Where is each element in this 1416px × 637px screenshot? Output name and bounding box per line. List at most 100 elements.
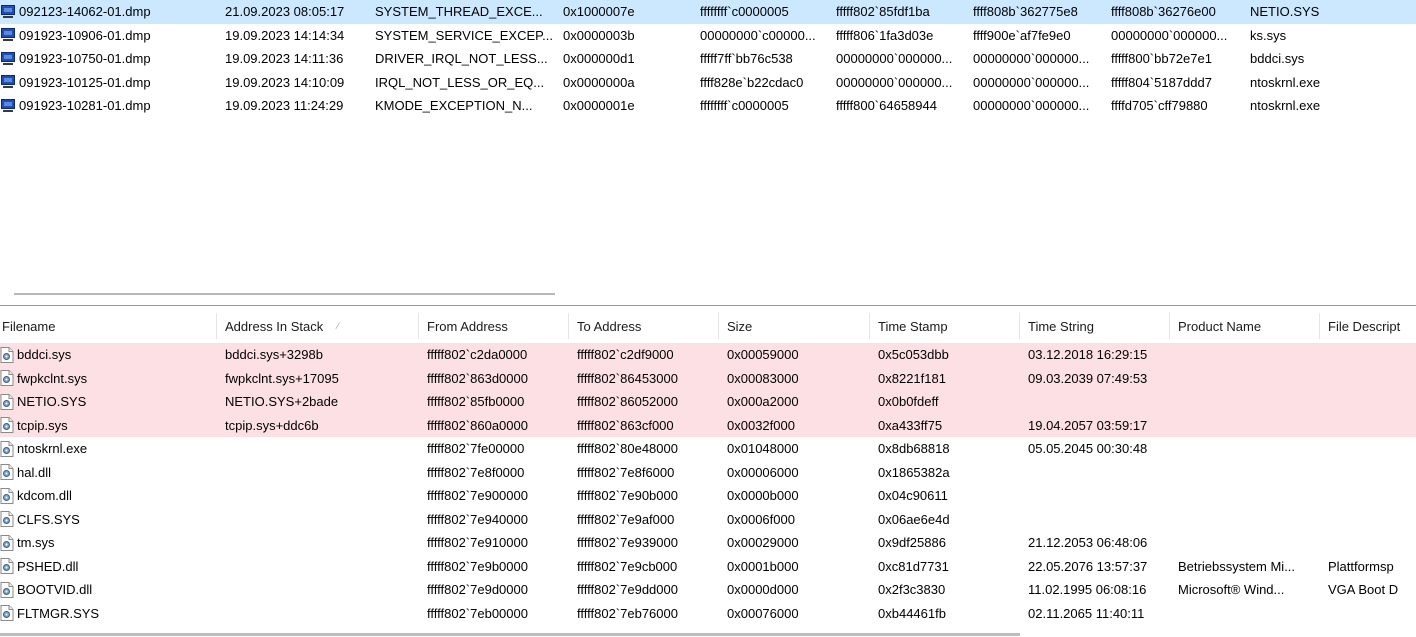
column-header-from-address[interactable]: From Address (419, 313, 569, 339)
driver-row[interactable]: tcpip.sys tcpip.sys+ddc6b fffff802`860a000… (0, 413, 1416, 438)
driver-time-string-text: 09.03.2039 07:49:53 (1028, 370, 1148, 386)
dump-row[interactable]: 092123-14062-01.dmp 21.09.2023 08:05:17 SY… (0, 0, 1416, 24)
dump-parameter-3-text: 00000000`000000... (973, 98, 1090, 114)
driver-filename-text: hal.dll (17, 464, 51, 480)
driver-filename-text: FLTMGR.SYS (17, 605, 100, 621)
computer-icon (0, 4, 16, 19)
driver-product-name (1178, 390, 1318, 414)
driver-row[interactable]: BOOTVID.dll fffff802`7e9d0000 fffff802`7e9… (0, 578, 1416, 602)
driver-size-text: 0x00059000 (727, 347, 799, 363)
column-header-product-name[interactable]: Product Name (1170, 313, 1320, 339)
dump-parameter-2-text: 00000000`000000... (836, 51, 953, 67)
driver-file-description (1328, 461, 1416, 485)
driver-time-stamp: 0x0b0fdeff (878, 390, 1018, 414)
sort-arrow-icon: ⁄ (337, 321, 339, 331)
dump-filename-text: 091923-10750-01.dmp (19, 51, 151, 67)
driver-row[interactable]: CLFS.SYS fffff802`7e940000 fffff802`7e9af0… (0, 508, 1416, 532)
dump-row[interactable]: 091923-10750-01.dmp 19.09.2023 14:11:36 DR… (0, 47, 1416, 71)
driver-product-name (1178, 531, 1318, 555)
driver-time-string-text: 19.04.2057 03:59:17 (1028, 417, 1148, 433)
driver-time-string-text: 02.11.2065 11:40:11 (1028, 605, 1145, 621)
driver-product-name-text: Microsoft® Wind... (1178, 582, 1285, 598)
column-header-address-in-stack[interactable]: Address In Stack ⁄ (217, 313, 419, 339)
dump-parameter-4: fffff804`5187ddd7 (1111, 71, 1248, 95)
driver-time-stamp: 0x8db68818 (878, 437, 1018, 461)
dump-row[interactable]: 091923-10906-01.dmp 19.09.2023 14:14:34 SY… (0, 24, 1416, 48)
pane-divider (0, 305, 1416, 306)
driver-row[interactable]: kdcom.dll fffff802`7e900000 fffff802`7e90b… (0, 484, 1416, 508)
dump-parameter-4-text: fffff800`bb72e7e1 (1111, 51, 1212, 67)
horizontal-scrollbar[interactable] (0, 633, 1020, 636)
driver-product-name (1178, 484, 1318, 508)
dump-filename-text: 091923-10906-01.dmp (19, 27, 151, 43)
dump-caused-by-driver-text: ntoskrnl.exe (1250, 74, 1321, 90)
driver-filename: FLTMGR.SYS (0, 602, 215, 626)
driver-to-address-text: fffff802`7e9dd000 (577, 582, 678, 598)
driver-row[interactable]: FLTMGR.SYS fffff802`7eb00000 fffff802`7eb7… (0, 602, 1416, 626)
driver-time-stamp-text: 0xc81d7731 (878, 558, 949, 574)
driver-to-address: fffff802`7e9af000 (577, 508, 717, 532)
dump-row[interactable]: 091923-10281-01.dmp 19.09.2023 11:24:29 KM… (0, 94, 1416, 118)
driver-to-address-text: fffff802`80e48000 (577, 441, 678, 457)
dump-parameter-3: 00000000`000000... (973, 47, 1108, 71)
driver-product-name-text: Betriebssystem Mi... (1178, 558, 1296, 574)
column-header-filename[interactable]: Filename (0, 313, 217, 339)
driver-filename-text: CLFS.SYS (17, 511, 80, 527)
driver-size: 0x00059000 (727, 343, 867, 367)
pane-splitter[interactable] (14, 293, 555, 295)
dump-bug-check-code: 0x0000003b (563, 24, 698, 48)
driver-file-icon (0, 511, 14, 528)
dump-bug-check-string: SYSTEM_THREAD_EXCE... (375, 0, 561, 24)
dump-caused-by-driver-text: ntoskrnl.exe (1250, 98, 1321, 114)
driver-to-address-text: fffff802`7e9af000 (577, 511, 675, 527)
column-header-file-description[interactable]: File Descript (1320, 313, 1416, 339)
dump-filename-text: 092123-14062-01.dmp (19, 4, 151, 20)
column-header-to-address[interactable]: To Address (569, 313, 719, 339)
driver-row[interactable]: fwpkclnt.sys fwpkclnt.sys+17095 fffff802`8… (0, 366, 1416, 391)
driver-file-description (1328, 390, 1416, 414)
driver-time-string: 21.12.2053 06:48:06 (1028, 531, 1168, 555)
column-header-label: To Address (577, 318, 642, 334)
driver-time-string: 02.11.2065 11:40:11 (1028, 602, 1168, 626)
driver-from-address: fffff802`7e900000 (427, 484, 567, 508)
driver-file-description (1328, 343, 1416, 367)
driver-from-address-text: fffff802`7e8f0000 (427, 464, 525, 480)
driver-file-icon (0, 487, 14, 504)
driver-file-icon (0, 440, 14, 457)
driver-row[interactable]: ntoskrnl.exe fffff802`7fe00000 fffff802`80… (0, 437, 1416, 461)
driver-time-stamp: 0xc81d7731 (878, 555, 1018, 579)
dump-caused-by-driver: ntoskrnl.exe (1250, 94, 1400, 118)
driver-address-in-stack: fwpkclnt.sys+17095 (225, 367, 415, 391)
column-header-size[interactable]: Size (719, 313, 870, 339)
driver-time-string (1028, 461, 1168, 485)
dump-parameter-2-text: fffff806`1fa3d03e (836, 27, 934, 43)
driver-product-name (1178, 414, 1318, 438)
column-header-time-stamp[interactable]: Time Stamp (870, 313, 1020, 339)
driver-from-address-text: fffff802`863d0000 (427, 370, 528, 386)
dump-filename: 091923-10750-01.dmp (0, 47, 215, 71)
driver-address-in-stack: bddci.sys+3298b (225, 343, 415, 367)
driver-size-text: 0x00006000 (727, 464, 799, 480)
dump-parameter-1-text: ffff828e`b22cdac0 (700, 74, 804, 90)
column-header-time-string[interactable]: Time String (1020, 313, 1170, 339)
driver-row[interactable]: tm.sys fffff802`7e910000 fffff802`7e939000… (0, 531, 1416, 555)
dump-filename: 091923-10906-01.dmp (0, 24, 215, 48)
driver-time-stamp-text: 0xa433ff75 (878, 417, 943, 433)
driver-file-icon (0, 581, 14, 598)
dump-parameter-2: fffff800`64658944 (836, 94, 970, 118)
driver-time-string: 05.05.2045 00:30:48 (1028, 437, 1168, 461)
driver-list-header: Filename Address In Stack ⁄ From Address … (0, 313, 1416, 339)
dump-crash-time-text: 19.09.2023 14:11:36 (225, 51, 344, 67)
driver-row[interactable]: hal.dll fffff802`7e8f0000 fffff802`7e8f600… (0, 461, 1416, 485)
driver-time-string (1028, 390, 1168, 414)
driver-from-address-text: fffff802`7e940000 (427, 511, 528, 527)
driver-row[interactable]: bddci.sys bddci.sys+3298b fffff802`c2da000… (0, 343, 1416, 367)
driver-filename: tm.sys (0, 531, 215, 555)
dump-row[interactable]: 091923-10125-01.dmp 19.09.2023 14:10:09 IR… (0, 71, 1416, 95)
driver-time-string-text: 11.02.1995 06:08:16 (1028, 582, 1147, 598)
dump-parameter-1: ffffffff`c0000005 (700, 0, 834, 24)
driver-row[interactable]: PSHED.dll fffff802`7e9b0000 fffff802`7e9cb… (0, 555, 1416, 579)
driver-filename-text: PSHED.dll (17, 558, 79, 574)
driver-time-stamp: 0x04c90611 (878, 484, 1018, 508)
driver-row[interactable]: NETIO.SYS NETIO.SYS+2bade fffff802`85fb000… (0, 390, 1416, 414)
